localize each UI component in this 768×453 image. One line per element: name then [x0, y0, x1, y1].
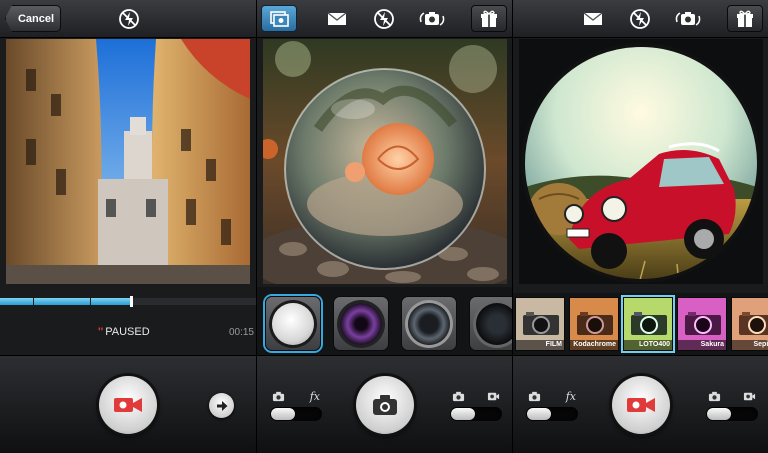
- progress-fill: [0, 298, 131, 305]
- photo-icon: [708, 391, 721, 401]
- progress-knob[interactable]: [129, 296, 133, 307]
- bottom-bar: fx: [257, 355, 512, 453]
- cancel-button[interactable]: Cancel: [5, 5, 61, 32]
- mail-button[interactable]: [581, 5, 605, 32]
- paused-label: PAUSED: [105, 326, 150, 338]
- video-icon: [487, 392, 500, 400]
- lens-option-white[interactable]: [265, 296, 321, 351]
- video-icon: [743, 392, 756, 400]
- crystal-ball-preview: [263, 39, 507, 284]
- lens-option-purple[interactable]: [333, 296, 389, 351]
- camera-fx-toggle[interactable]: fx: [526, 389, 578, 421]
- film-panel: FILM Kodachrome LOTO400 Sakura Sepia 2: [512, 0, 768, 453]
- lens-selector: [257, 287, 512, 355]
- black-lens-icon: [476, 302, 512, 345]
- toggle-knob: [451, 408, 475, 420]
- gift-button[interactable]: [727, 5, 763, 32]
- purple-lens-icon: [340, 302, 382, 345]
- film-label: Kodachrome: [570, 340, 618, 350]
- camera-fx-toggle[interactable]: fx: [270, 389, 322, 421]
- camera-icon: [523, 312, 559, 335]
- flash-off-icon[interactable]: [117, 5, 141, 32]
- photo-video-toggle[interactable]: [706, 389, 758, 421]
- film-option[interactable]: Sepia 2: [731, 297, 768, 351]
- lens-panel: fx: [256, 0, 512, 453]
- arrow-right-icon: [216, 400, 227, 411]
- fisheye-car-preview: [519, 39, 763, 284]
- toggle-switch[interactable]: [526, 407, 578, 421]
- top-toolbar: [513, 0, 768, 38]
- lens-option-dark[interactable]: [401, 296, 457, 351]
- film-label: Sepia 2: [732, 340, 768, 350]
- switch-camera-icon: [419, 11, 445, 26]
- video-camera-icon: [627, 398, 655, 412]
- lens-option-black[interactable]: [469, 296, 512, 351]
- film-label: LOTO400: [624, 340, 672, 350]
- flash-off-icon: [374, 8, 394, 29]
- film-option[interactable]: FILM: [515, 297, 565, 351]
- next-button[interactable]: [209, 393, 234, 418]
- switch-camera-icon: [675, 11, 701, 26]
- toggle-knob: [707, 408, 731, 420]
- toggle-switch[interactable]: [706, 407, 758, 421]
- toggle-switch[interactable]: [270, 407, 322, 421]
- mail-icon: [583, 11, 603, 25]
- gift-icon: [737, 10, 753, 27]
- film-label: FILM: [516, 340, 564, 350]
- film-option[interactable]: Sakura: [677, 297, 727, 351]
- dark-lens-icon: [408, 302, 450, 345]
- gift-button[interactable]: [471, 5, 507, 32]
- video-camera-icon: [114, 398, 142, 412]
- camera-icon: [631, 312, 667, 335]
- mail-icon: [327, 11, 347, 25]
- gallery-icon: [270, 10, 289, 27]
- paused-status: '' PAUSED: [98, 326, 150, 338]
- paused-mark: '': [98, 326, 104, 338]
- switch-camera-button[interactable]: [417, 5, 447, 32]
- bottom-bar: fx: [513, 355, 768, 453]
- cancel-label: Cancel: [17, 12, 55, 25]
- gift-icon: [481, 10, 497, 27]
- film-option-selected[interactable]: LOTO400: [623, 297, 673, 351]
- video-panel: Cancel '' PAUSED 00:15: [0, 0, 256, 453]
- film-label: Sakura: [678, 340, 726, 350]
- camera-icon: [528, 391, 541, 401]
- bottom-bar: [0, 355, 256, 453]
- timecode: 00:15: [228, 327, 254, 338]
- camera-icon: [685, 312, 721, 335]
- progress-segment-marker: [89, 298, 91, 305]
- toggle-knob: [527, 408, 551, 420]
- gallery-button[interactable]: [261, 5, 297, 32]
- film-selector: FILM Kodachrome LOTO400 Sakura Sepia 2: [513, 293, 768, 355]
- record-button[interactable]: [612, 376, 670, 434]
- flash-off-icon: [630, 8, 650, 29]
- top-toolbar: [257, 0, 512, 38]
- camera-icon: [272, 391, 285, 401]
- camera-icon: [373, 395, 397, 415]
- camera-icon: [739, 312, 768, 335]
- fx-icon: fx: [309, 389, 320, 403]
- film-option[interactable]: Kodachrome: [569, 297, 619, 351]
- photo-video-toggle[interactable]: [450, 389, 502, 421]
- toggle-knob: [271, 408, 295, 420]
- recording-progress-bar[interactable]: [0, 296, 256, 307]
- switch-camera-button[interactable]: [673, 5, 703, 32]
- street-fisheye-preview: [6, 39, 250, 284]
- record-button[interactable]: [99, 376, 157, 434]
- flash-off-button[interactable]: [372, 5, 396, 32]
- white-lens-icon: [272, 302, 314, 345]
- shutter-button[interactable]: [356, 376, 414, 434]
- fx-icon: fx: [565, 389, 576, 403]
- toggle-switch[interactable]: [450, 407, 502, 421]
- flash-off-button[interactable]: [628, 5, 652, 32]
- photo-icon: [452, 391, 465, 401]
- progress-segment-marker: [33, 298, 35, 305]
- top-toolbar: Cancel: [0, 0, 256, 38]
- camera-icon: [577, 312, 613, 335]
- mail-button[interactable]: [325, 5, 349, 32]
